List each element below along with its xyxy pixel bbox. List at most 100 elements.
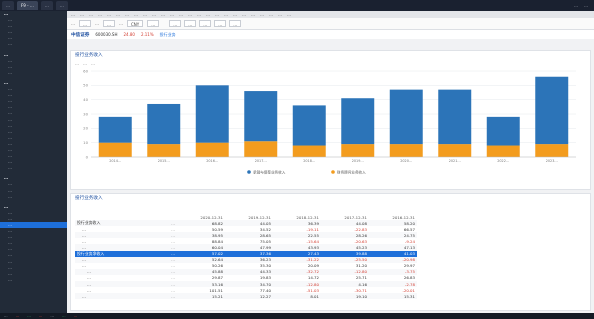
x-tick-label: 2020… [400, 159, 412, 163]
currency-select[interactable]: CNY [127, 20, 144, 27]
menu-item[interactable]: … [188, 12, 192, 17]
market-status-bar: ………………… [0, 313, 594, 319]
status-ticker: … [50, 314, 54, 318]
table-panel: 投行业务收入 2020-12-31 2019-12-31 2018-12-31 201… [70, 193, 591, 311]
menu-item[interactable]: … [224, 12, 228, 17]
y-tick-label: 10 [83, 140, 88, 145]
menu-item[interactable]: … [80, 12, 84, 17]
stock-name[interactable]: 中信证券 [71, 32, 89, 38]
menu-item[interactable]: … [152, 12, 156, 17]
x-tick-label: 2023… [546, 159, 558, 163]
menu-item[interactable]: … [116, 12, 120, 17]
bar-segment [341, 98, 375, 145]
menu-item[interactable]: … [251, 12, 255, 17]
bar-segment [438, 144, 472, 157]
window-control[interactable]: … [574, 3, 578, 8]
x-tick-label: 2014… [109, 159, 121, 163]
window-tab[interactable]: … [2, 1, 14, 10]
menu-item[interactable]: … [179, 12, 183, 17]
bar-segment [195, 142, 229, 157]
report-type-select[interactable]: … [103, 20, 115, 27]
chart-subtab[interactable]: … [75, 61, 79, 66]
menu-item[interactable]: … [278, 12, 282, 17]
menu-item[interactable]: … [206, 12, 210, 17]
toolbar-button[interactable]: … [184, 20, 197, 27]
stock-sector-tag[interactable]: 投行业务 [160, 32, 176, 38]
status-ticker: … [4, 314, 8, 318]
y-tick-label: 50 [83, 83, 88, 88]
period-select[interactable]: … [79, 20, 91, 27]
menu-item[interactable]: … [287, 12, 291, 17]
window-tab[interactable]: … [40, 1, 53, 10]
chart-panel: 投行业务收入 … … … 0 10 20 30 40 50 60 2014… 2015… 2016… 2… [70, 50, 591, 190]
x-tick-label: 2019… [352, 159, 364, 163]
legend-marker [331, 170, 335, 174]
chart-panel-title: 投行业务收入 [75, 53, 103, 58]
x-tick-label: 2016… [206, 159, 218, 163]
chart-subtabs: … … … [71, 60, 590, 66]
status-ticker: … [61, 314, 66, 318]
bar-segment [486, 116, 520, 146]
window-control[interactable]: … [584, 3, 588, 8]
menu-item[interactable]: … [98, 12, 102, 17]
menu-item[interactable]: … [71, 12, 75, 17]
menu-item[interactable]: … [89, 12, 93, 17]
y-tick-label: 0 [86, 154, 89, 159]
y-tick-label: 40 [83, 97, 88, 102]
chart-subtab[interactable]: … [83, 61, 87, 66]
bar-segment [535, 76, 569, 145]
menu-item[interactable]: … [125, 12, 129, 17]
toolbar-button[interactable]: … [229, 20, 242, 27]
bar-segment [292, 105, 326, 146]
toolbar-button[interactable]: … [214, 20, 227, 27]
menu-item[interactable]: … [242, 12, 246, 17]
window-tab[interactable]: F9 - … [17, 1, 38, 10]
menu-item[interactable]: … [170, 12, 174, 17]
bar-segment [389, 144, 423, 157]
menu-item[interactable]: … [107, 12, 111, 17]
standard-select[interactable]: … [147, 20, 160, 27]
row-value: 12.27 [225, 293, 273, 300]
toolbar-button[interactable]: … [169, 20, 182, 27]
bar-segment [438, 89, 472, 145]
menu-item[interactable]: … [134, 12, 138, 17]
menu-item[interactable]: … [233, 12, 237, 17]
menu-item[interactable]: … [215, 12, 219, 17]
x-tick-label: 2021… [449, 159, 461, 163]
menu-item[interactable]: … [143, 12, 147, 17]
status-ticker: … [27, 314, 31, 318]
x-tick-label: 2017… [255, 159, 267, 163]
legend-label: 承销与保荐业务收入 [253, 169, 286, 174]
menu-item[interactable]: … [269, 12, 273, 17]
stock-header: 中信证券 600030.SH 24.80 2.11% 投行业务 [67, 30, 594, 39]
bar-segment [147, 103, 181, 145]
menu-item[interactable]: … [161, 12, 165, 17]
sidebar-tree: …………………………………………………………………………………………………………… [0, 11, 67, 319]
toolbar-buttons: …………… [169, 20, 242, 27]
tab-strip: … F9 - ……… [2, 1, 68, 10]
x-tick-label: 2022… [497, 159, 509, 163]
window-tab-bar: … F9 - ……… …… [0, 0, 594, 11]
report-toolbar: … … … … … CNY … …………… [67, 18, 594, 30]
x-tick-label: 2018… [303, 159, 315, 163]
currency-label: … [119, 21, 123, 26]
row-value: 15.21 [177, 293, 225, 300]
financial-table: 2020-12-31 2019-12-31 2018-12-31 2017-12-31… [75, 214, 417, 300]
menu-item[interactable]: … [260, 12, 264, 17]
menu-item[interactable]: … [197, 12, 201, 17]
window-tab[interactable]: … [55, 1, 68, 10]
bar-segment [147, 144, 181, 157]
table-panel-title: 投行业务收入 [75, 196, 103, 201]
row-label[interactable]: … [75, 293, 157, 300]
stacked-bar-chart: 0 10 20 30 40 50 60 2014… 2015… 2016… 2017… 2018… 20… [83, 68, 576, 174]
status-ticker: … [38, 314, 43, 318]
chart-subtab[interactable]: … [91, 61, 95, 66]
table-row[interactable]: …… 15.21 12.27 8.01 19.10 15.31 [75, 293, 417, 300]
function-menu-bar: … … … … … … … … … … … … … … … … … … … … … … … … … [67, 11, 594, 18]
y-tick-label: 60 [83, 68, 88, 73]
toolbar-button[interactable]: … [199, 20, 212, 27]
row-value: 15.31 [369, 293, 417, 300]
legend-label: 财务顾问业务收入 [337, 169, 366, 174]
stock-price: 24.80 [123, 32, 135, 37]
